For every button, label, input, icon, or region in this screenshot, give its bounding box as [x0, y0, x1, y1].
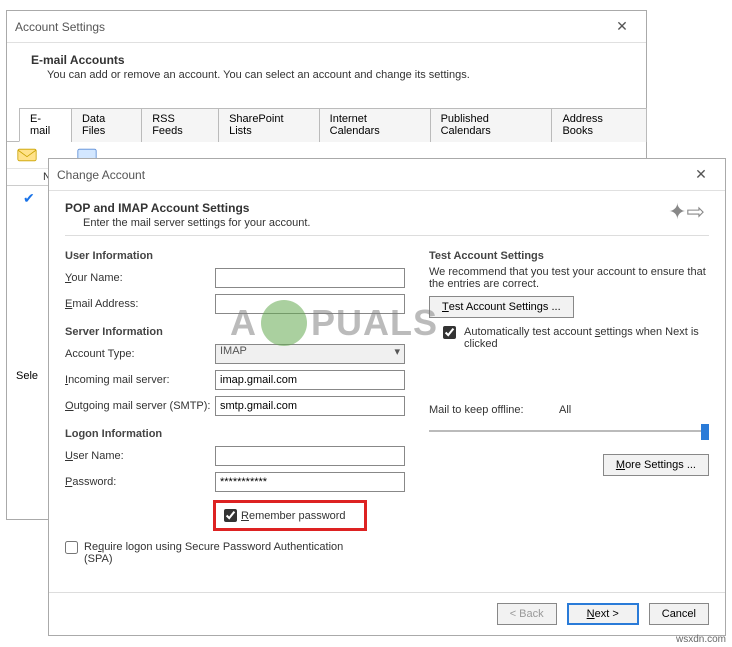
dialog-button-bar: < Back Next > Cancel — [49, 592, 725, 635]
incoming-server-label: Incoming mail server: — [65, 374, 215, 386]
spa-checkbox[interactable] — [65, 541, 78, 554]
remember-password-highlight: Remember password — [213, 500, 367, 531]
select-label: Sele — [16, 370, 38, 382]
remember-password-label: Remember password — [241, 510, 346, 522]
tab-email[interactable]: E-mail — [19, 108, 72, 142]
outgoing-server-input[interactable] — [215, 396, 405, 416]
pop-imap-heading: POP and IMAP Account Settings — [65, 201, 709, 215]
outgoing-server-label: Outgoing mail server (SMTP): — [65, 400, 215, 412]
account-type-label: Account Type: — [65, 348, 215, 360]
account-tabs: E-mail Data Files RSS Feeds SharePoint L… — [7, 107, 646, 142]
chevron-down-icon: ▾ — [394, 345, 400, 358]
tab-published-calendars[interactable]: Published Calendars — [430, 108, 553, 142]
tab-sharepoint-lists[interactable]: SharePoint Lists — [218, 108, 320, 142]
test-settings-heading: Test Account Settings — [429, 250, 709, 262]
your-name-label: Your Name: — [65, 272, 215, 284]
incoming-server-input[interactable] — [215, 370, 405, 390]
auto-test-checkbox[interactable] — [443, 326, 456, 339]
more-settings-button[interactable]: More Settings ... — [603, 454, 709, 476]
slider-thumb[interactable] — [701, 424, 709, 440]
account-type-select: IMAP ▾ — [215, 344, 405, 364]
email-address-input[interactable] — [215, 294, 405, 314]
account-settings-title: Account Settings — [15, 20, 606, 34]
email-address-label: Email Address: — [65, 298, 215, 310]
email-accounts-heading: E-mail Accounts — [7, 43, 646, 69]
mail-offline-label: Mail to keep offline: — [429, 404, 559, 416]
pop-imap-sub: Enter the mail server settings for your … — [65, 217, 709, 229]
password-label: Password: — [65, 476, 215, 488]
close-icon[interactable]: ✕ — [685, 166, 717, 183]
tab-rss-feeds[interactable]: RSS Feeds — [141, 108, 219, 142]
user-info-heading: User Information — [65, 250, 405, 262]
mail-offline-slider[interactable] — [429, 422, 709, 440]
spa-label: Require logon using Secure Password Auth… — [84, 541, 374, 565]
new-account-icon[interactable] — [17, 148, 37, 162]
account-default-col — [17, 171, 43, 183]
logon-info-heading: Logon Information — [65, 428, 405, 440]
change-account-titlebar: Change Account ✕ — [49, 159, 725, 191]
change-account-dialog: Change Account ✕ POP and IMAP Account Se… — [48, 158, 726, 636]
test-settings-button[interactable]: Test Account Settings ... — [429, 296, 574, 318]
tab-data-files[interactable]: Data Files — [71, 108, 142, 142]
form-right-column: Test Account Settings We recommend that … — [429, 240, 709, 565]
remember-password-checkbox[interactable] — [224, 509, 237, 522]
auto-test-label: Automatically test account settings when… — [464, 326, 709, 350]
account-settings-titlebar: Account Settings ✕ — [7, 11, 646, 43]
default-account-check-icon: ✔ — [17, 190, 35, 206]
user-name-label: User Name: — [65, 450, 215, 462]
email-accounts-sub: You can add or remove an account. You ca… — [7, 69, 646, 81]
cancel-button[interactable]: Cancel — [649, 603, 709, 625]
user-name-input[interactable] — [215, 446, 405, 466]
mail-offline-value: All — [559, 404, 571, 416]
test-settings-text: We recommend that you test your account … — [429, 266, 709, 290]
close-icon[interactable]: ✕ — [606, 18, 638, 35]
tab-internet-calendars[interactable]: Internet Calendars — [319, 108, 431, 142]
cursor-click-icon: ✦⇨ — [668, 199, 705, 225]
tab-address-books[interactable]: Address Books — [551, 108, 647, 142]
server-info-heading: Server Information — [65, 326, 405, 338]
your-name-input[interactable] — [215, 268, 405, 288]
back-button: < Back — [497, 603, 557, 625]
password-input[interactable] — [215, 472, 405, 492]
change-account-title: Change Account — [57, 168, 685, 182]
next-button[interactable]: Next > — [567, 603, 639, 625]
form-left-column: User Information Your Name: Email Addres… — [65, 240, 405, 565]
credit-text: wsxdn.com — [676, 634, 726, 645]
